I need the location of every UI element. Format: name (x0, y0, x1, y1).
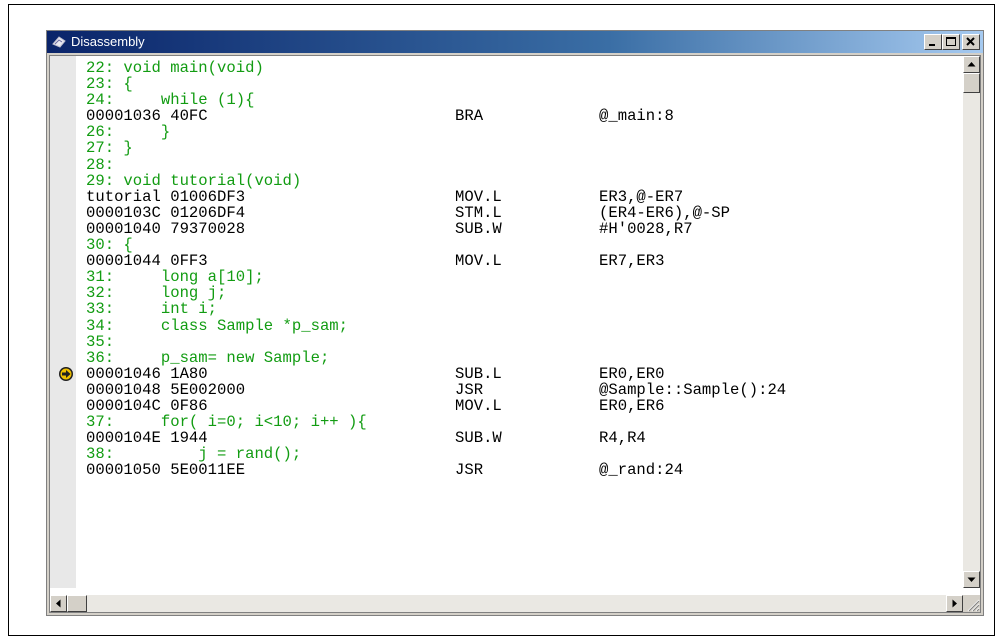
maximize-icon (946, 37, 956, 46)
source-line[interactable]: 27: } (86, 140, 956, 156)
address-code: 00001050 5E0011EE (86, 461, 246, 480)
mnemonic: MOV.L (455, 396, 502, 415)
address-code: 0000103C 01206DF4 (86, 203, 246, 222)
mnemonic: SUB.W (455, 429, 502, 448)
assembly-line[interactable]: 00001044 0FF3 MOV.L ER7,ER3 (86, 253, 956, 269)
operands: @Sample::Sample():24 (599, 380, 787, 399)
address-code: 00001036 40FC (86, 107, 208, 126)
assembly-line[interactable]: 0000104E 1944 SUB.W R4,R4 (86, 430, 956, 446)
page-frame: Disassembly 22: void main(void) 23: {24: … (8, 4, 995, 636)
source-line[interactable]: 37: for( i=0; i<10; i++ ){ (86, 414, 956, 430)
mnemonic: MOV.L (455, 252, 502, 271)
operands: ER7,ER3 (599, 252, 665, 271)
assembly-line[interactable]: 00001046 1A80 SUB.L ER0,ER0 (86, 366, 956, 382)
source-line[interactable]: 22: void main(void) (86, 60, 956, 76)
left-arrow-icon (56, 599, 61, 608)
address-code: 00001040 79370028 (86, 219, 246, 238)
address-code: 0000104E 1944 (86, 429, 208, 448)
source-line[interactable]: 26: } (86, 124, 956, 140)
right-arrow-icon (952, 599, 957, 608)
maximize-button[interactable] (942, 34, 960, 50)
breakpoint-gutter[interactable] (50, 56, 76, 588)
address-code: 0000104C 0F86 (86, 396, 208, 415)
operands: R4,R4 (599, 429, 646, 448)
code-listing[interactable]: 22: void main(void) 23: {24: while (1){00… (86, 60, 956, 585)
address-code: 00001048 5E002000 (86, 380, 246, 399)
mnemonic: SUB.L (455, 364, 502, 383)
source-line[interactable]: 28: (86, 156, 956, 172)
source-line[interactable]: 34: class Sample *p_sam; (86, 317, 956, 333)
source-line[interactable]: 30: { (86, 237, 956, 253)
operands: ER0,ER6 (599, 396, 665, 415)
operands: ER3,@-ER7 (599, 187, 684, 206)
source-line[interactable]: 38: j = rand(); (86, 446, 956, 462)
source-line[interactable]: 29: void tutorial(void) (86, 173, 956, 189)
window-title: Disassembly (71, 34, 145, 49)
mnemonic: JSR (455, 380, 484, 399)
source-line[interactable]: 23: { (86, 76, 956, 92)
down-arrow-icon (967, 577, 976, 582)
source-line[interactable]: 35: (86, 333, 956, 349)
assembly-line[interactable]: tutorial 01006DF3 MOV.L ER3,@-ER7 (86, 189, 956, 205)
minimize-icon (929, 44, 935, 46)
mnemonic: JSR (455, 461, 484, 480)
mnemonic: STM.L (455, 203, 502, 222)
disassembly-view[interactable]: 22: void main(void) 23: {24: while (1){00… (49, 55, 981, 613)
assembly-line[interactable]: 00001036 40FC BRA @_main:8 (86, 108, 956, 124)
horizontal-scrollbar[interactable] (50, 595, 963, 612)
vertical-scrollbar[interactable] (963, 56, 980, 588)
operands: ER0,ER0 (599, 364, 665, 383)
operands: @_rand:24 (599, 461, 684, 480)
assembly-line[interactable]: 00001050 5E0011EE JSR @_rand:24 (86, 462, 956, 478)
disassembly-window: Disassembly 22: void main(void) 23: {24: … (46, 30, 984, 616)
address-code: 00001044 0FF3 (86, 252, 208, 271)
mnemonic: BRA (455, 107, 484, 126)
assembly-line[interactable]: 00001048 5E002000 JSR @Sample::Sample():24 (86, 382, 956, 398)
mnemonic: SUB.W (455, 219, 502, 238)
address-code: 00001046 1A80 (86, 364, 208, 383)
scroll-right-button[interactable] (946, 595, 963, 612)
operands: (ER4-ER6),@-SP (599, 203, 731, 222)
operands: @_main:8 (599, 107, 674, 126)
program-counter-arrow-icon (59, 366, 73, 381)
operands: #H'0028,R7 (599, 219, 693, 238)
source-line[interactable]: 24: while (1){ (86, 92, 956, 108)
close-button[interactable] (962, 34, 980, 50)
close-icon (966, 37, 975, 46)
source-line[interactable]: 31: long a[10]; (86, 269, 956, 285)
scroll-down-button[interactable] (963, 571, 980, 588)
resize-grip-icon (967, 599, 980, 612)
horizontal-scroll-thumb[interactable] (67, 595, 87, 612)
address-code: tutorial 01006DF3 (86, 187, 246, 206)
resize-grip[interactable] (963, 595, 980, 612)
assembly-line[interactable]: 0000104C 0F86 MOV.L ER0,ER6 (86, 398, 956, 414)
scroll-left-button[interactable] (50, 595, 67, 612)
source-line[interactable]: 36: p_sam= new Sample; (86, 350, 956, 366)
minimize-button[interactable] (924, 34, 942, 50)
source-line[interactable]: 32: long j; (86, 285, 956, 301)
mnemonic: MOV.L (455, 187, 502, 206)
source-line[interactable]: 33: int i; (86, 301, 956, 317)
up-arrow-icon (967, 62, 976, 67)
scroll-up-button[interactable] (963, 56, 980, 73)
assembly-line[interactable]: 0000103C 01206DF4 STM.L (ER4-ER6),@-SP (86, 205, 956, 221)
disassembly-window-icon (52, 36, 66, 48)
assembly-line[interactable]: 00001040 79370028 SUB.W #H'0028,R7 (86, 221, 956, 237)
vertical-scroll-thumb[interactable] (963, 73, 980, 93)
title-bar[interactable]: Disassembly (47, 31, 983, 53)
